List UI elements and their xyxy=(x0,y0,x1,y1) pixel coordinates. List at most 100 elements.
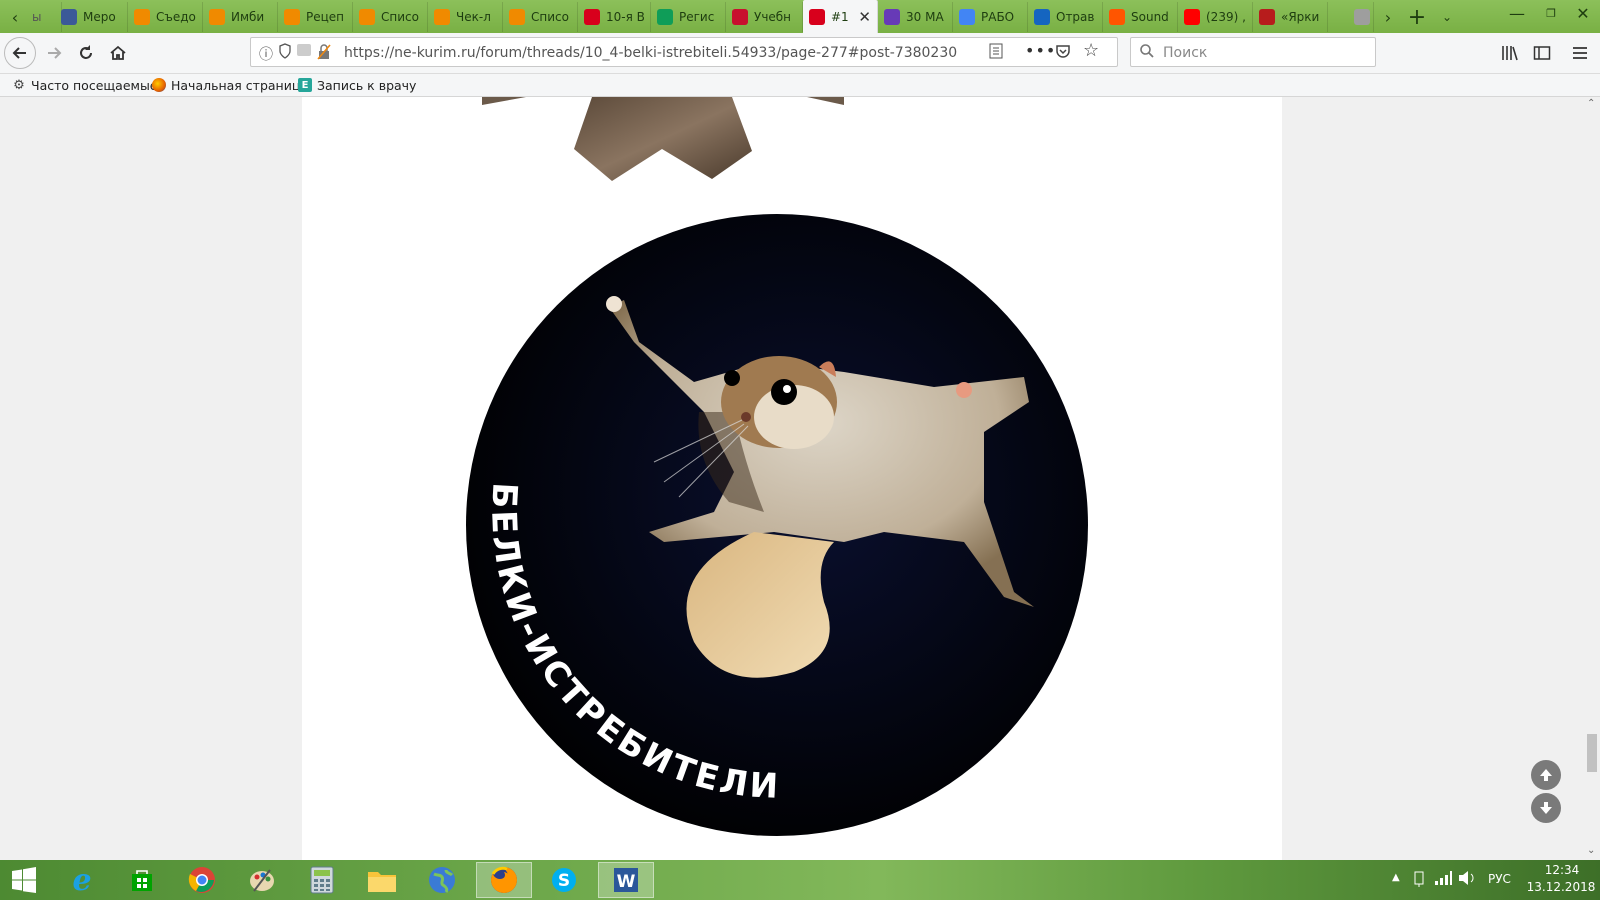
tabs-scroll-left-icon[interactable]: ‹ xyxy=(4,4,26,30)
tab-partial-end[interactable] xyxy=(1348,2,1374,32)
scroll-to-bottom-button[interactable] xyxy=(1531,793,1561,823)
soundcloud-icon xyxy=(1109,9,1125,25)
scroll-down-arrow-icon[interactable]: ⌄ xyxy=(1587,845,1595,856)
tab-label: Sound xyxy=(1131,10,1169,24)
show-hidden-icons-icon[interactable]: ▲ xyxy=(1392,872,1400,883)
sheets-icon xyxy=(657,9,673,25)
taskbar-chrome[interactable] xyxy=(174,862,230,898)
language-indicator[interactable]: РУС xyxy=(1488,872,1511,886)
tab-13[interactable]: РАБО xyxy=(953,2,1028,32)
tab-12[interactable]: 30 МА xyxy=(878,2,953,32)
search-icon xyxy=(1139,43,1155,62)
reload-button[interactable] xyxy=(72,39,100,67)
chrome-icon xyxy=(188,867,215,893)
tab-6[interactable]: Чек-л xyxy=(428,2,503,32)
close-window-button[interactable]: ✕ xyxy=(1566,0,1600,26)
bookmarks-toolbar: ⚙ Часто посещаемые Начальная страница E … xyxy=(0,74,1600,97)
tab-3[interactable]: Имби xyxy=(203,2,278,32)
facebook-icon xyxy=(61,9,77,25)
navigation-toolbar: ⓘ https://ne-kurim.ru/forum/threads/10_4… xyxy=(0,33,1600,74)
wine-icon xyxy=(1259,9,1275,25)
tab-14[interactable]: Отрав xyxy=(1028,2,1103,32)
new-tab-button[interactable]: + xyxy=(1400,4,1434,30)
tabs-scroll-right-icon[interactable]: › xyxy=(1376,4,1400,30)
tab-7[interactable]: Списо xyxy=(503,2,578,32)
photoshop-icon xyxy=(732,9,748,25)
close-tab-icon[interactable]: ✕ xyxy=(858,8,871,26)
tab-16[interactable]: (239) , xyxy=(1178,2,1253,32)
tab-5[interactable]: Списо xyxy=(353,2,428,32)
clock-time[interactable]: 12:34 xyxy=(1534,863,1590,877)
tab-2[interactable]: Съедо xyxy=(128,2,203,32)
tab-list-dropdown-icon[interactable]: ⌄ xyxy=(1432,4,1462,30)
back-button[interactable] xyxy=(4,37,36,69)
image-icon xyxy=(1354,9,1370,25)
tab-11[interactable]: #1 ✕ xyxy=(803,0,878,33)
home-button[interactable] xyxy=(104,39,132,67)
scroll-to-top-button[interactable] xyxy=(1531,760,1561,790)
minimize-button[interactable]: — xyxy=(1500,0,1534,26)
svg-text:W: W xyxy=(617,872,636,892)
tab-10[interactable]: Учебн xyxy=(726,2,803,32)
arrow-right-icon xyxy=(48,47,62,59)
calculator-icon xyxy=(310,866,334,894)
taskbar-file-explorer[interactable] xyxy=(354,862,410,898)
clock-date[interactable]: 13.12.2018 xyxy=(1525,880,1597,894)
scrollbar-thumb[interactable] xyxy=(1587,734,1597,772)
sidebar-button[interactable] xyxy=(1528,39,1556,67)
network-icon[interactable] xyxy=(1412,870,1428,891)
tab-label: Списо xyxy=(531,10,569,24)
tab-label: Регис xyxy=(679,10,715,24)
tab-4[interactable]: Рецеп xyxy=(278,2,353,32)
taskbar-ie[interactable]: e xyxy=(54,862,110,898)
tab-15[interactable]: Sound xyxy=(1103,2,1178,32)
signal-icon[interactable] xyxy=(1434,870,1452,889)
volume-icon[interactable] xyxy=(1458,870,1476,889)
bookmark-label: Запись к врачу xyxy=(317,77,417,93)
gear-icon: ⚙ xyxy=(13,77,25,93)
tab-label: Отрав xyxy=(1056,10,1095,24)
bookmark-doctor-appointment[interactable]: E Запись к врачу xyxy=(298,76,416,94)
page-actions-menu-icon[interactable]: ••• xyxy=(1025,41,1056,60)
orange-fruit-icon xyxy=(509,9,525,25)
tab-label: Имби xyxy=(231,10,265,24)
menu-button[interactable] xyxy=(1566,39,1594,67)
bookmark-e-icon: E xyxy=(298,78,312,92)
insecure-lock-icon[interactable] xyxy=(317,44,331,63)
tab-9[interactable]: Регис xyxy=(651,2,726,32)
tab-8[interactable]: 10-я В xyxy=(578,2,651,32)
forum-post-body: БЕЛКИ-ИСТРЕБИТЕЛИ 10_4 xyxy=(302,97,1282,860)
firefox-icon xyxy=(491,866,517,893)
pocket-icon[interactable] xyxy=(1055,43,1071,62)
bookmark-start-page[interactable]: Начальная страница xyxy=(152,76,308,94)
url-text[interactable]: https://ne-kurim.ru/forum/threads/10_4-b… xyxy=(344,45,957,61)
tab-label: Списо xyxy=(381,10,419,24)
taskbar-skype[interactable]: S xyxy=(536,862,592,898)
forward-button[interactable] xyxy=(40,39,68,67)
search-bar[interactable]: Поиск xyxy=(1130,37,1376,67)
orange-fruit-icon xyxy=(434,9,450,25)
bookmark-label: Часто посещаемые xyxy=(31,77,158,93)
hamburger-icon xyxy=(1573,47,1587,59)
library-button[interactable] xyxy=(1496,39,1524,67)
bookmark-most-visited[interactable]: ⚙ Часто посещаемые xyxy=(12,76,158,94)
info-icon[interactable]: ⓘ xyxy=(259,44,273,64)
taskbar-paint[interactable] xyxy=(234,862,290,898)
windows-taskbar: e S W ▲ РУС 12:34 13.12.2018 xyxy=(0,860,1600,900)
bookmark-star-icon[interactable]: ☆ xyxy=(1083,40,1099,61)
restore-button[interactable]: ❐ xyxy=(1534,0,1568,26)
url-bar[interactable]: ⓘ https://ne-kurim.ru/forum/threads/10_4… xyxy=(250,37,1118,67)
reader-view-icon[interactable] xyxy=(989,43,1003,62)
taskbar-word[interactable]: W xyxy=(598,862,654,898)
globe-icon xyxy=(429,867,455,893)
tab-17[interactable]: «Ярки xyxy=(1253,2,1328,32)
scroll-up-arrow-icon[interactable]: ⌃ xyxy=(1587,98,1595,109)
taskbar-firefox[interactable] xyxy=(476,862,532,898)
tab-label: Чек-л xyxy=(456,10,491,24)
shield-icon[interactable] xyxy=(279,43,291,62)
taskbar-store[interactable] xyxy=(114,862,170,898)
tab-1[interactable]: Меро xyxy=(55,2,128,32)
start-button[interactable] xyxy=(0,862,48,898)
taskbar-calculator[interactable] xyxy=(294,862,350,898)
taskbar-globe-app[interactable] xyxy=(414,862,470,898)
